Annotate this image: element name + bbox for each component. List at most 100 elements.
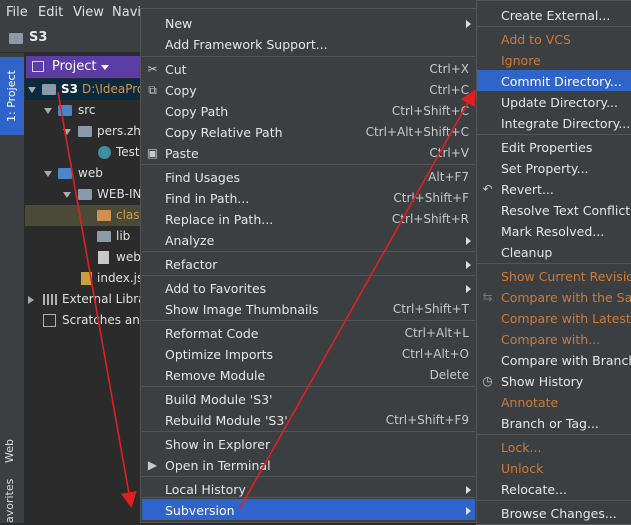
menu-separator — [477, 434, 631, 435]
menu-separator — [142, 320, 475, 321]
context-menu-item[interactable]: Build Module 'S3' — [165, 389, 273, 410]
shortcut-label: Ctrl+Alt+L — [404, 326, 469, 340]
chevron-right-icon — [466, 20, 471, 28]
context-menu-item[interactable]: Copy — [165, 80, 197, 101]
web-folder-icon — [58, 168, 72, 179]
context-menu-item[interactable]: Local History — [165, 479, 246, 500]
tree-label: S3 — [61, 82, 78, 96]
tab-project-label: 1: Project — [5, 70, 18, 122]
shortcut-label: Ctrl+Alt+O — [401, 347, 469, 361]
chevron-down-icon[interactable] — [44, 108, 52, 114]
menu-navigate[interactable]: Navi — [112, 5, 141, 20]
menu-edit[interactable]: Edit — [38, 5, 63, 20]
context-menu-item[interactable]: Show in Explorer — [165, 434, 270, 455]
chevron-down-icon — [101, 65, 109, 70]
folder-icon — [97, 231, 111, 242]
tree-row-s3[interactable]: S3 D:\IdeaPro — [25, 79, 140, 100]
subversion-menu-item[interactable]: Cleanup — [501, 242, 552, 263]
subversion-menu-item[interactable]: Revert... — [501, 179, 554, 200]
tab-favorites[interactable]: avorites — [3, 479, 16, 523]
menu-separator — [142, 386, 475, 387]
menu-separator — [477, 134, 631, 135]
menu-separator — [477, 500, 631, 501]
menu-separator — [142, 164, 475, 165]
subversion-menu-item[interactable]: Commit Directory... — [501, 71, 622, 92]
subversion-menu-item[interactable]: Mark Resolved... — [501, 221, 604, 242]
clipboard-icon: ▣ — [146, 146, 159, 160]
shortcut-label: Ctrl+Shift+R — [391, 212, 469, 226]
chevron-right-icon[interactable] — [28, 296, 34, 304]
subversion-menu-item[interactable]: Relocate... — [501, 479, 567, 500]
shortcut-label: Delete — [429, 368, 469, 382]
context-menu-item[interactable]: Cut — [165, 59, 187, 80]
context-menu-item[interactable]: Open in Terminal — [165, 455, 271, 476]
subversion-menu-item[interactable]: Compare with Branch... — [501, 350, 631, 371]
context-menu-item[interactable]: Add Framework Support... — [165, 34, 328, 55]
context-menu-item[interactable]: Replace in Path... — [165, 209, 273, 230]
context-menu-item[interactable]: Reformat Code — [165, 323, 259, 344]
library-icon — [43, 294, 57, 305]
shortcut-label: Ctrl+Shift+F9 — [385, 413, 469, 427]
tab-project[interactable]: 1: Project — [0, 57, 24, 135]
context-menu-item[interactable]: Rebuild Module 'S3' — [165, 410, 288, 431]
excluded-folder-icon — [97, 210, 111, 221]
tree-label: index.js — [97, 271, 140, 285]
shortcut-label: Ctrl+C — [429, 83, 469, 97]
menu-view[interactable]: View — [73, 5, 104, 20]
context-menu-item[interactable]: Find in Path... — [165, 188, 249, 209]
subversion-menu-item[interactable]: Show History — [501, 371, 583, 392]
chevron-down-icon[interactable] — [44, 171, 52, 177]
context-menu-item[interactable]: Analyze — [165, 230, 214, 251]
tab-web[interactable]: Web — [3, 423, 16, 463]
compare-icon: ⇆ — [482, 290, 493, 304]
subversion-menu-item[interactable]: Update Directory... — [501, 92, 618, 113]
subversion-menu-item: Ignore — [501, 53, 541, 68]
project-view-selector[interactable]: Project — [26, 56, 140, 78]
tree-label: web — [116, 250, 140, 264]
module-folder-icon — [42, 84, 56, 95]
tree-label: lib — [116, 229, 131, 243]
subversion-menu-item[interactable]: Create External... — [501, 5, 610, 26]
tree-path: D:\IdeaPro — [82, 82, 140, 96]
terminal-icon: ▶ — [147, 458, 158, 472]
context-menu-item[interactable]: Subversion — [165, 500, 235, 521]
context-menu-item[interactable]: Copy Relative Path — [165, 122, 283, 143]
chevron-down-icon[interactable] — [63, 129, 71, 135]
scissors-icon: ✂ — [147, 62, 158, 76]
subversion-menu-item: Add to VCS — [501, 32, 571, 47]
tree-row-classes[interactable]: class — [25, 205, 140, 226]
context-menu-item[interactable]: Copy Path — [165, 101, 228, 122]
subversion-menu-item[interactable]: Edit Properties — [501, 137, 592, 158]
menu-separator — [142, 431, 475, 432]
tree-label: pers.zh — [97, 124, 140, 138]
project-tree: S3 D:\IdeaPro src pers.zh Test web WEB-I… — [25, 79, 140, 523]
subversion-menu-item: Lock... — [501, 440, 542, 455]
subversion-menu-item[interactable]: Branch or Tag... — [501, 413, 599, 434]
subversion-menu-item[interactable]: Browse Changes... — [501, 503, 617, 524]
subversion-menu-item[interactable]: Set Property... — [501, 158, 589, 179]
context-menu-item[interactable]: Remove Module — [165, 365, 265, 386]
chevron-down-icon[interactable] — [63, 192, 71, 198]
revert-icon: ↶ — [482, 182, 493, 196]
chevron-down-icon[interactable] — [28, 87, 36, 93]
context-menu-item[interactable]: Find Usages — [165, 167, 240, 188]
context-menu-item[interactable]: Refactor — [165, 254, 217, 275]
subversion-menu-item: Compare with the Sam — [501, 290, 631, 305]
left-tool-strip: 1: Project Web avorites — [0, 53, 25, 523]
tree-label: External Libra — [62, 292, 140, 306]
context-menu-item[interactable]: Add to Favorites — [165, 278, 266, 299]
menu-separator — [477, 26, 631, 27]
context-menu-item[interactable]: Paste — [165, 143, 199, 164]
menu-file[interactable]: File — [6, 5, 28, 20]
subversion-menu-item: Show Current Revision — [501, 269, 631, 284]
context-menu-item[interactable]: Show Image Thumbnails — [165, 299, 318, 320]
subversion-menu-item[interactable]: Integrate Directory... — [501, 113, 630, 134]
project-name[interactable]: S3 — [29, 30, 47, 45]
context-menu-item[interactable]: Optimize Imports — [165, 344, 273, 365]
context-menu-item[interactable]: New — [165, 13, 192, 34]
subversion-menu-item[interactable]: Resolve Text Conflict... — [501, 200, 631, 221]
menu-separator — [477, 263, 631, 264]
tab-favorites-label: avorites — [3, 478, 16, 523]
project-view-icon — [32, 61, 44, 72]
chevron-right-icon — [466, 285, 471, 293]
